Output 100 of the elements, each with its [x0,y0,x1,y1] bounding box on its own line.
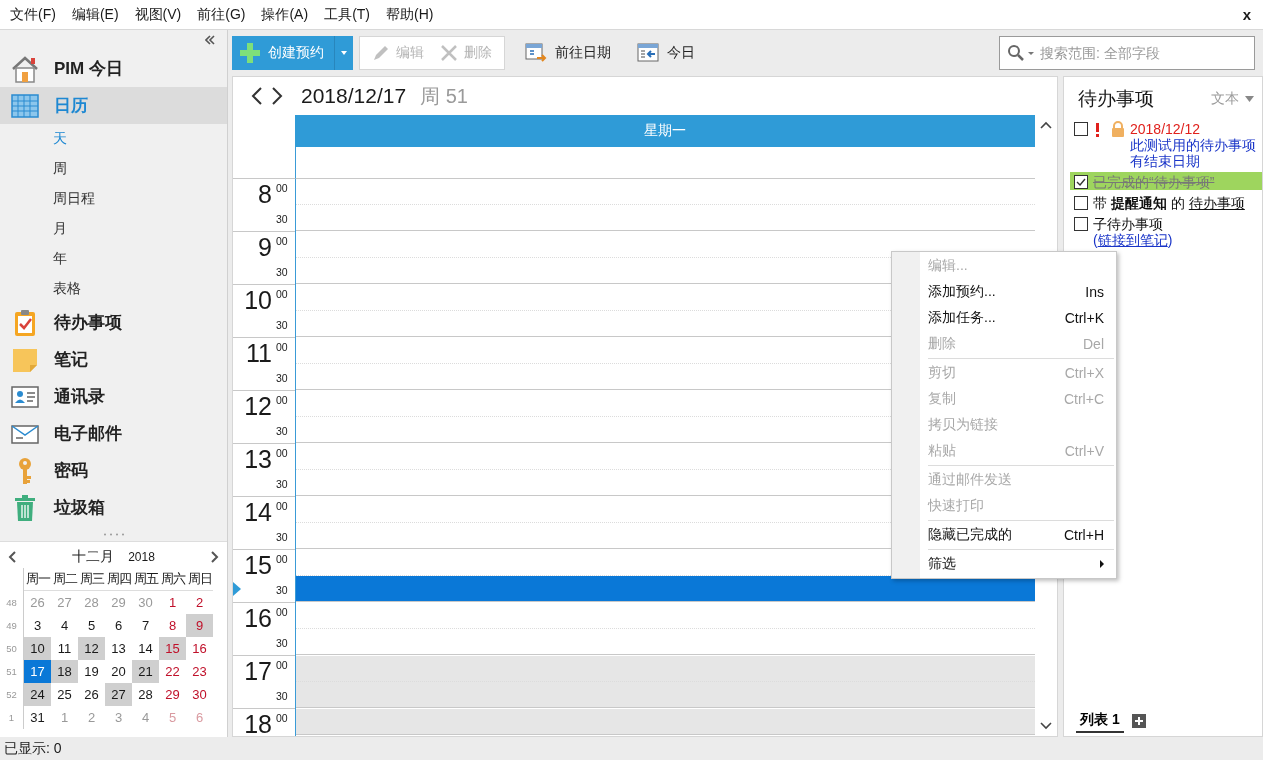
checkmark-icon [1076,178,1086,186]
search-icon[interactable] [1007,44,1035,62]
hour-label: 13 [243,444,272,474]
shortcut-label: Del [1083,336,1104,352]
menu-item[interactable]: 隐藏已完成的 Ctrl+H [892,522,1116,548]
calendar-day[interactable]: 6 [105,614,132,637]
sidebar-item[interactable]: 垃圾箱 [0,489,227,526]
menu-item[interactable]: 视图(V) [134,5,182,24]
calendar-day[interactable]: 26 [78,683,105,706]
menu-item[interactable]: 文件(F) [10,5,56,24]
sidebar-item[interactable]: 笔记 [0,341,227,378]
calendar-day[interactable]: 21 [132,660,159,683]
sidebar-item[interactable]: 通讯录 [0,378,227,415]
calendar-day[interactable]: 28 [132,683,159,706]
sidebar-subitem[interactable]: 表格 [0,274,227,304]
toolbar-button[interactable]: 今日 [631,37,701,69]
calendar-day[interactable]: 17 [24,660,51,683]
minute-label: 30 [275,689,289,704]
calendar-day[interactable]: 29 [159,683,186,706]
calendar-day[interactable]: 18 [51,660,78,683]
scroll-up-icon[interactable] [1040,121,1052,129]
menu-item[interactable]: 编辑(E) [71,5,119,24]
calendar-day[interactable]: 7 [132,614,159,637]
minute-label: 30 [275,212,289,227]
chevron-left-icon[interactable] [251,87,263,105]
calendar-day[interactable]: 14 [132,637,159,660]
collapse-icon[interactable] [205,35,215,45]
chevron-right-icon[interactable] [271,87,283,105]
calendar-day[interactable]: 4 [51,614,78,637]
calendar-day[interactable]: 15 [159,637,186,660]
calendar-day[interactable]: 23 [186,660,213,683]
hour-label: 8 [257,179,272,209]
hour-label: 9 [257,232,272,262]
calendar-day[interactable]: 10 [24,637,51,660]
minute-label: 00 [275,181,289,196]
cross-icon [440,44,458,62]
hour-label: 18 [243,709,272,736]
sidebar-item[interactable]: 待办事项 [0,304,227,341]
sidebar-item[interactable]: 电子邮件 [0,415,227,452]
minute-label: 00 [275,446,289,461]
caret-icon [1245,96,1254,102]
checkbox[interactable] [1074,122,1088,136]
menu-item[interactable]: 添加预约... Ins [892,279,1116,305]
menu-item[interactable]: 筛选 [892,551,1116,577]
time-slot[interactable] [296,576,1035,602]
calendar-day[interactable]: 31 [24,706,51,729]
calendar-day[interactable]: 9 [186,614,213,637]
sidebar-item[interactable]: PIM 今日 [0,50,227,87]
calendar-day[interactable]: 1 [159,591,186,614]
pencil-icon [372,44,390,62]
panel-title: 待办事项 [1078,87,1154,111]
todo-text: 已完成的“待办事项” [1093,174,1215,190]
minute-label: 30 [275,265,289,280]
month-label: 十二月 [72,548,115,566]
checkbox[interactable] [1074,196,1088,210]
calendar-day[interactable]: 13 [105,637,132,660]
calendar-day[interactable]: 20 [105,660,132,683]
calendar-day[interactable]: 19 [78,660,105,683]
chevron-right-icon[interactable] [211,551,219,563]
calendar-day[interactable]: 27 [105,683,132,706]
menu-item[interactable]: 操作(A) [261,5,309,24]
year-label: 2018 [128,550,155,564]
calendar-day[interactable]: 11 [51,637,78,660]
list-tab[interactable]: 列表 1 [1076,709,1124,733]
shortcut-label: Ctrl+K [1064,310,1104,326]
todo-link[interactable]: 待办事项 [1188,195,1245,211]
minute-label: 30 [275,424,289,439]
checkbox[interactable] [1074,175,1088,189]
scroll-down-icon[interactable] [1040,722,1052,730]
menu-item[interactable]: 帮助(H) [386,5,434,24]
calendar-day[interactable]: 12 [78,637,105,660]
toolbar-button[interactable]: 前往日期 [519,37,617,69]
sidebar-subitem[interactable]: 年 [0,244,227,274]
sidebar-item[interactable]: 密码 [0,452,227,489]
menu-item[interactable]: 工具(T) [324,5,370,24]
menu-item[interactable]: 添加任务... Ctrl+K [892,305,1116,331]
calendar-day[interactable]: 5 [78,614,105,637]
checkbox[interactable] [1074,217,1088,231]
calendar-day[interactable]: 3 [24,614,51,637]
menu-item[interactable]: 前往(G) [197,5,246,24]
close-button[interactable]: x [1240,6,1253,23]
minute-label: 00 [275,234,289,249]
sidebar-subitem[interactable]: 月 [0,214,227,244]
shortcut-label: Ctrl+V [1064,443,1104,459]
calendar-day[interactable]: 24 [24,683,51,706]
calendar-day[interactable]: 2 [186,591,213,614]
day-header: 星期一 [295,115,1035,147]
calendar-day[interactable]: 22 [159,660,186,683]
chevron-left-icon[interactable] [8,551,16,563]
add-tab-icon[interactable] [1131,714,1146,728]
note-link[interactable]: 链接到笔记 [1097,232,1168,248]
weekday-label: 周五 [132,568,159,591]
calendar-day[interactable]: 16 [186,637,213,660]
minute-label: 00 [275,552,289,567]
search-field[interactable]: 搜索范围: 全部字段 [999,36,1255,70]
calendar-day[interactable]: 25 [51,683,78,706]
sidebar-subitem[interactable]: 周日程 [0,184,227,214]
calendar-day[interactable]: 8 [159,614,186,637]
sidebar-subitem[interactable]: 周 [0,154,227,184]
calendar-day[interactable]: 30 [186,683,213,706]
